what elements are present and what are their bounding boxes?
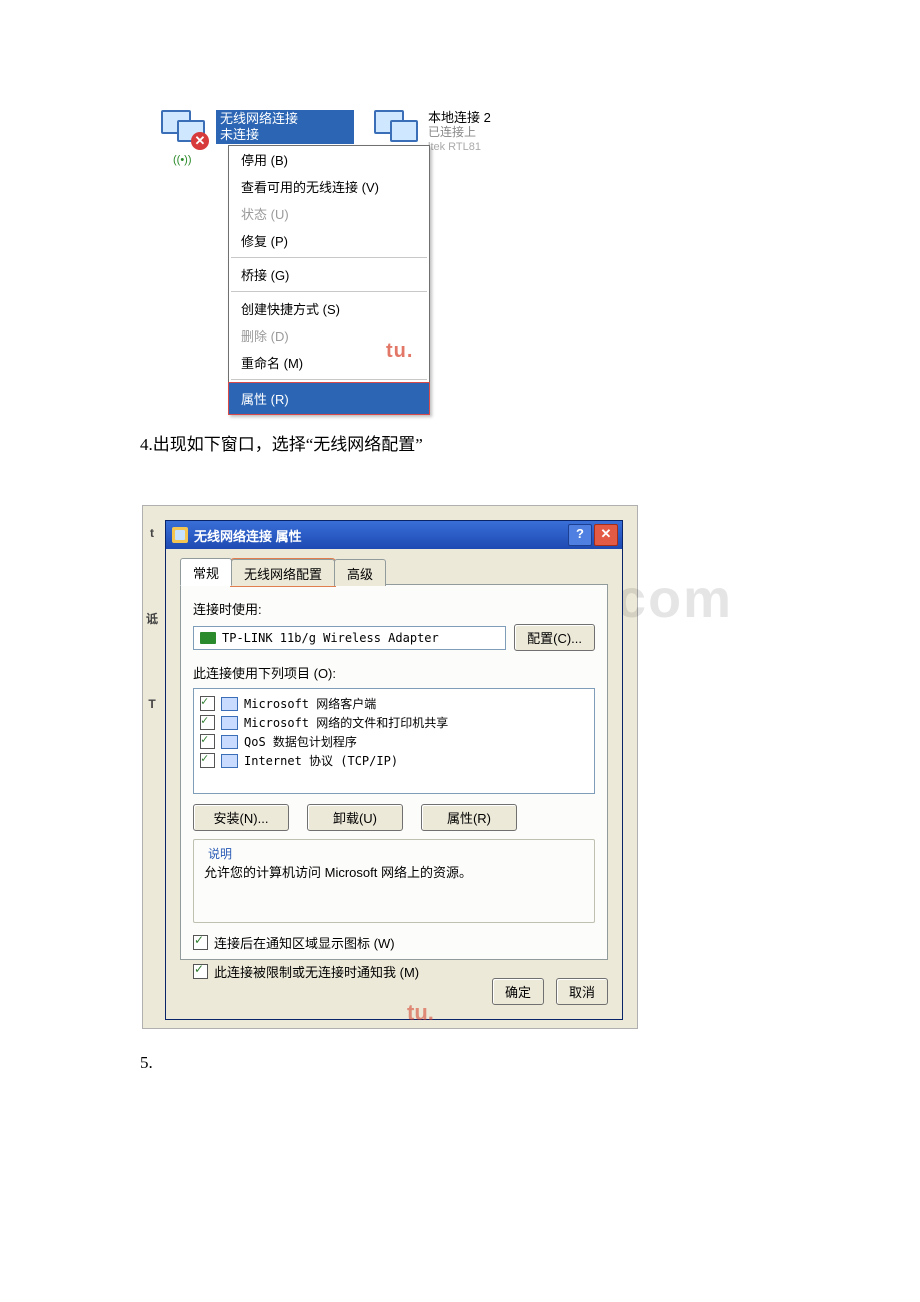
close-button[interactable]: ✕ [594, 524, 618, 546]
description-legend: 说明 [204, 845, 236, 862]
checkbox-icon[interactable] [193, 935, 208, 950]
tab-panel-general: 连接时使用: TP-LINK 11b/g Wireless Adapter 配置… [180, 584, 608, 960]
service-icon [221, 754, 238, 768]
dialog-titlebar[interactable]: 无线网络连接 属性 ? ✕ [166, 521, 622, 549]
checkbox-label: 连接后在通知区域显示图标 (W) [214, 933, 395, 952]
help-button[interactable]: ? [568, 524, 592, 546]
checkbox-label: 此连接被限制或无连接时通知我 (M) [214, 962, 419, 981]
dialog-icon [172, 527, 188, 543]
description-group: 说明 允许您的计算机访问 Microsoft 网络上的资源。 [193, 839, 595, 923]
watermark-text: tu. [407, 1000, 434, 1026]
checkbox-icon[interactable] [200, 715, 215, 730]
item-properties-button[interactable]: 属性(R) [421, 804, 517, 831]
tab-general[interactable]: 常规 [180, 558, 232, 586]
menu-view-wireless[interactable]: 查看可用的无线连接 (V) [229, 173, 429, 200]
fragment: 诋 [143, 610, 161, 627]
tab-strip: 常规 无线网络配置 高级 [180, 557, 608, 585]
tab-wireless-config[interactable]: 无线网络配置 [231, 559, 335, 586]
fragment: t [143, 526, 161, 540]
wireless-connection-status: 未连接 [220, 127, 350, 143]
adapter-field: TP-LINK 11b/g Wireless Adapter [193, 626, 506, 650]
description-text: 允许您的计算机访问 Microsoft 网络上的资源。 [204, 862, 584, 881]
list-item-label: Microsoft 网络客户端 [244, 695, 376, 712]
error-badge-icon: ✕ [191, 132, 209, 150]
menu-repair[interactable]: 修复 (P) [229, 227, 429, 254]
cancel-button[interactable]: 取消 [556, 978, 608, 1005]
menu-status: 状态 (U) [229, 200, 429, 227]
list-item[interactable]: Internet 协议 (TCP/IP) [200, 752, 588, 769]
menu-create-shortcut[interactable]: 创建快捷方式 (S) [229, 295, 429, 322]
list-item[interactable]: QoS 数据包计划程序 [200, 733, 588, 750]
cropped-text-fragments: t 诋 T [143, 520, 161, 781]
screenshot-context-menu: ✕ ((•)) 无线网络连接 未连接 本地连接 2 已连接上 ltek RTL8… [146, 110, 566, 370]
local-connection-status: 已连接上 [428, 125, 491, 140]
fragment: T [143, 697, 161, 711]
checkbox-icon[interactable] [193, 964, 208, 979]
list-item-label: QoS 数据包计划程序 [244, 733, 357, 750]
uninstall-button[interactable]: 卸载(U) [307, 804, 403, 831]
connection-items-list[interactable]: Microsoft 网络客户端 Microsoft 网络的文件和打印机共享 Qo… [193, 688, 595, 794]
local-connection-label[interactable]: 本地连接 2 已连接上 ltek RTL81 [428, 110, 491, 155]
dialog-title: 无线网络连接 属性 [194, 526, 302, 545]
service-icon [221, 735, 238, 749]
items-label: 此连接使用下列项目 (O): [193, 663, 595, 682]
wireless-connection-label[interactable]: 无线网络连接 未连接 [216, 110, 354, 144]
install-button[interactable]: 安装(N)... [193, 804, 289, 831]
connect-using-label: 连接时使用: [193, 599, 595, 618]
configure-button[interactable]: 配置(C)... [514, 624, 595, 651]
properties-dialog: 无线网络连接 属性 ? ✕ 常规 无线网络配置 高级 连接时使用: TP-L [165, 520, 623, 1020]
screenshot-properties-dialog: t 诋 T www.bdocx.com 无线网络连接 属性 ? ✕ 常规 无线网… [142, 505, 638, 1029]
nic-icon [200, 632, 216, 644]
checkbox-icon[interactable] [200, 753, 215, 768]
menu-bridge[interactable]: 桥接 (G) [229, 261, 429, 288]
step-5-instruction: 5. [140, 1053, 780, 1073]
local-connection-device: ltek RTL81 [428, 140, 491, 155]
adapter-name: TP-LINK 11b/g Wireless Adapter [222, 631, 439, 645]
checkbox-icon[interactable] [200, 696, 215, 711]
list-item-label: Internet 协议 (TCP/IP) [244, 752, 398, 769]
tab-advanced[interactable]: 高级 [334, 559, 386, 586]
menu-disable[interactable]: 停用 (B) [229, 146, 429, 173]
step-4-instruction: 4.出现如下窗口，选择“无线网络配置” [140, 430, 780, 455]
show-icon-checkbox[interactable]: 连接后在通知区域显示图标 (W) [193, 933, 595, 952]
menu-properties[interactable]: 属性 (R) [229, 383, 429, 414]
menu-separator [231, 291, 427, 292]
wireless-connection-title: 无线网络连接 [220, 111, 350, 127]
ok-button[interactable]: 确定 [492, 978, 544, 1005]
list-item[interactable]: Microsoft 网络的文件和打印机共享 [200, 714, 588, 731]
local-connection-title: 本地连接 2 [428, 110, 491, 125]
watermark-text: tu. [386, 340, 413, 363]
checkbox-icon[interactable] [200, 734, 215, 749]
menu-separator [231, 379, 427, 380]
list-item-label: Microsoft 网络的文件和打印机共享 [244, 714, 448, 731]
list-item[interactable]: Microsoft 网络客户端 [200, 695, 588, 712]
context-menu: 停用 (B) 查看可用的无线连接 (V) 状态 (U) 修复 (P) 桥接 (G… [228, 145, 430, 415]
menu-separator [231, 257, 427, 258]
service-icon [221, 716, 238, 730]
service-icon [221, 697, 238, 711]
wifi-signal-icon: ((•)) [173, 154, 192, 166]
